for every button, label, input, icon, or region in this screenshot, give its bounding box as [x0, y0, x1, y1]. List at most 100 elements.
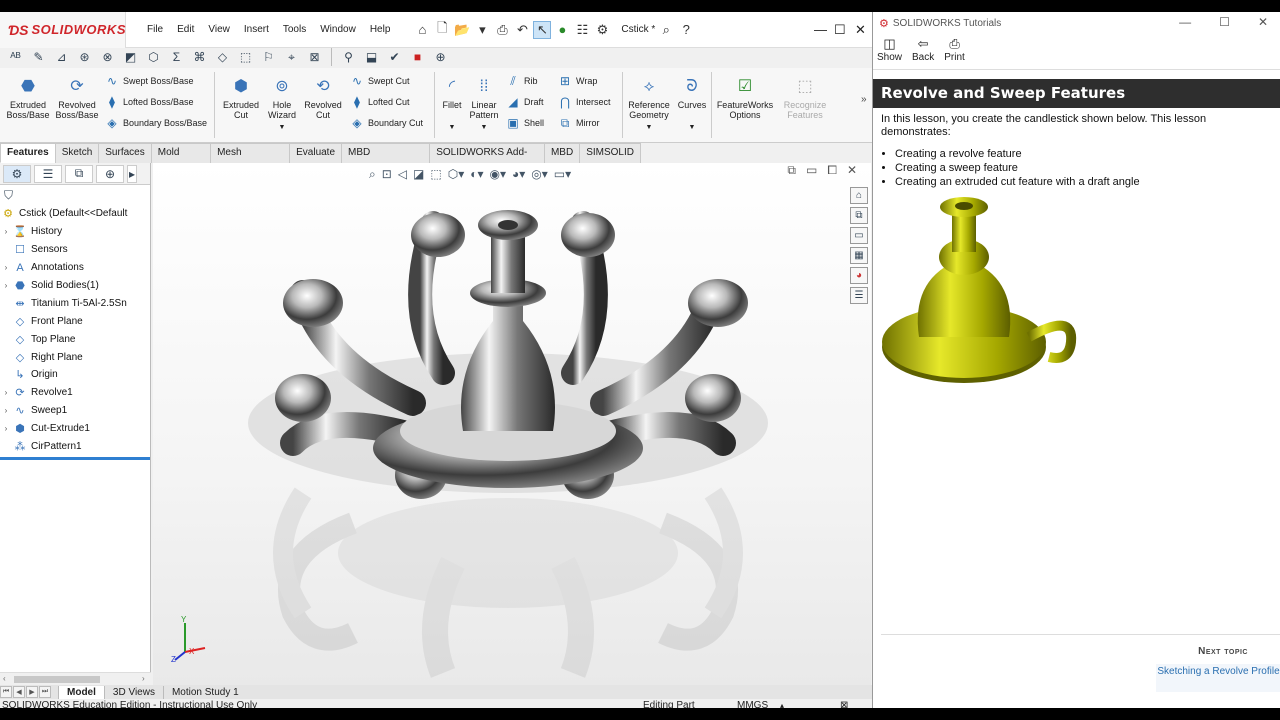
revolved-boss-button[interactable]: ⟳ Revolved Boss/Base	[54, 76, 100, 121]
rib-button[interactable]: ⫽ Rib	[505, 73, 537, 89]
graphics-viewport[interactable]: ⌕ ⊡ ◁ ◪ ⬚ ⬡▾ ◐▾ ◉▾ ◕▾ ◎▾ ▭▾ ⧉ ▭ ⧠ ✕ X Y …	[153, 163, 871, 685]
tutorial-maximize-icon[interactable]: ☐	[1219, 15, 1230, 29]
tree-node[interactable]: ↳ Origin	[0, 366, 150, 384]
stop-icon[interactable]: ■	[408, 48, 427, 67]
tree-horizontal-scrollbar[interactable]: ‹ ›	[0, 672, 151, 685]
new-document-icon[interactable]: 🗋	[433, 20, 451, 39]
tree-node[interactable]: ◇ Front Plane	[0, 312, 150, 330]
save-icon[interactable]: ▾	[473, 21, 491, 39]
view-palette-icon[interactable]: ▦	[850, 247, 868, 264]
confirm-icon[interactable]: ✔	[385, 48, 404, 67]
shell-button[interactable]: ▣ Shell	[505, 115, 544, 131]
hole-wizard-button[interactable]: ⊚ Hole Wizard ▼	[264, 76, 300, 133]
markup-icon[interactable]: ⬚	[236, 48, 255, 67]
linear-pattern-button[interactable]: ⁞⁞ Linear Pattern ▼	[467, 76, 501, 133]
curves-dropdown-icon[interactable]: ▼	[689, 123, 696, 133]
menu-window[interactable]: Window	[313, 24, 363, 35]
tab-3d-views[interactable]: 3D Views	[103, 685, 163, 699]
appearance-icon[interactable]: ⊕	[431, 48, 450, 67]
tree-node[interactable]: › ⬣ Solid Bodies(1)	[0, 277, 150, 295]
tutorial-close-icon[interactable]: ✕	[1258, 15, 1268, 29]
swept-boss-button[interactable]: ∿ Swept Boss/Base	[104, 73, 194, 89]
mirror-button[interactable]: ⧉ Mirror	[557, 115, 600, 131]
tab-simsolid[interactable]: SIMSOLID	[579, 143, 641, 163]
last-tab-icon[interactable]: ⏭	[39, 686, 51, 698]
undo-icon[interactable]: ↶	[513, 21, 531, 39]
tab-features[interactable]: Features	[0, 143, 56, 163]
first-tab-icon[interactable]: ⏮	[0, 686, 12, 698]
tab-addins[interactable]: SOLIDWORKS Add-Ins	[429, 143, 545, 176]
status-units[interactable]: MMGS	[737, 699, 768, 708]
options-gear-icon[interactable]: ⚙	[593, 21, 611, 39]
minimize-icon[interactable]: —	[814, 22, 827, 37]
extruded-boss-button[interactable]: ⬣ Extruded Boss/Base	[6, 76, 50, 121]
feature-manager-tab-icon[interactable]: ⚙	[3, 164, 31, 183]
design-library-icon[interactable]: ⧉	[850, 207, 868, 224]
solidworks-logo[interactable]: ƊS SOLIDWORKS	[0, 12, 126, 48]
tutorial-minimize-icon[interactable]: —	[1179, 15, 1191, 29]
scrollbar-thumb[interactable]	[14, 676, 100, 683]
file-properties-icon[interactable]: ☷	[573, 21, 591, 39]
more-commands-icon[interactable]: »	[861, 94, 867, 105]
open-icon[interactable]: 📂	[453, 21, 471, 39]
extruded-cut-button[interactable]: ⬢ Extruded Cut	[219, 76, 263, 121]
tree-node[interactable]: ☐ Sensors	[0, 241, 150, 259]
smart-dimension-icon[interactable]: ⊿	[52, 48, 71, 67]
configuration-manager-tab-icon[interactable]: ⧉	[65, 164, 93, 183]
print-button[interactable]: ⎙ Print	[944, 36, 965, 69]
analysis-icon[interactable]: ⚐	[259, 48, 278, 67]
tab-sketch[interactable]: Sketch	[54, 143, 100, 163]
print-icon[interactable]: ⎙	[493, 21, 511, 39]
boundary-cut-button[interactable]: ◈ Boundary Cut	[349, 115, 423, 131]
rebuild-icon[interactable]: ⬓	[362, 48, 381, 67]
lofted-cut-button[interactable]: ⧫ Lofted Cut	[349, 94, 410, 110]
tab-motion-study[interactable]: Motion Study 1	[162, 685, 247, 699]
reference-geometry-button[interactable]: ⟡ Reference Geometry ▼	[626, 76, 672, 133]
tree-node[interactable]: › ⬢ Cut-Extrude1	[0, 420, 150, 438]
zebra-icon[interactable]: ⌘	[190, 48, 209, 67]
fillet-dropdown-icon[interactable]: ▼	[449, 123, 456, 133]
next-topic-link[interactable]: Sketching a Revolve Profile	[1156, 664, 1280, 692]
spell-check-icon[interactable]: ᴬᴮ	[6, 48, 25, 67]
tab-mbd-dimensions[interactable]: MBD Dimensions	[341, 143, 431, 176]
section-icon[interactable]: ◩	[121, 48, 140, 67]
file-explorer-icon[interactable]: ▭	[850, 227, 868, 244]
tab-surfaces[interactable]: Surfaces	[98, 143, 152, 163]
plane-icon[interactable]: ◇	[213, 48, 232, 67]
scroll-right-icon[interactable]: ›	[142, 674, 145, 683]
menu-edit[interactable]: Edit	[170, 24, 201, 35]
tree-node[interactable]: ◇ Right Plane	[0, 348, 150, 366]
deviation-icon[interactable]: ⌖	[282, 48, 301, 67]
measure-icon[interactable]: ⊛	[75, 48, 94, 67]
intersect-button[interactable]: ⋂ Intersect	[557, 94, 610, 110]
reference-geometry-dropdown-icon[interactable]: ▼	[646, 123, 653, 133]
search-icon[interactable]: ⌕	[657, 21, 675, 39]
tree-node[interactable]: › ⟳ Revolve1	[0, 384, 150, 402]
expand-arrow-icon[interactable]: ›	[0, 424, 12, 433]
revolved-cut-button[interactable]: ⟲ Revolved Cut	[302, 76, 344, 121]
tabs-scroll-arrow-icon[interactable]: ▸	[127, 164, 137, 183]
featureworks-options-button[interactable]: ☑ FeatureWorks Options	[714, 76, 776, 121]
menu-help[interactable]: Help	[363, 24, 398, 35]
tree-node[interactable]: ⇹ Titanium Ti-5Al-2.5Sn	[0, 294, 150, 312]
geometry-check-icon[interactable]: ⊠	[305, 48, 324, 67]
custom-properties-icon[interactable]: ☰	[850, 287, 868, 304]
expand-arrow-icon[interactable]: ›	[0, 406, 12, 415]
dimxpert-tab-icon[interactable]: ⊕	[96, 164, 124, 183]
tree-root-part[interactable]: ⚙ Cstick (Default<<Default	[0, 205, 150, 223]
tree-node[interactable]: › ⌛ History	[0, 223, 150, 241]
expand-arrow-icon[interactable]: ›	[0, 281, 12, 290]
menu-insert[interactable]: Insert	[237, 24, 276, 35]
scroll-left-icon[interactable]: ‹	[3, 674, 6, 683]
menu-view[interactable]: View	[201, 24, 237, 35]
show-button[interactable]: ◫ Show	[877, 36, 902, 69]
instant3d-icon[interactable]: ⚲	[339, 48, 358, 67]
close-icon[interactable]: ✕	[855, 22, 866, 38]
linear-pattern-dropdown-icon[interactable]: ▼	[481, 123, 488, 133]
rollback-bar[interactable]	[0, 457, 150, 461]
property-manager-tab-icon[interactable]: ☰	[34, 164, 62, 183]
tab-mesh-modeling[interactable]: Mesh Modeling	[210, 143, 291, 176]
menu-file[interactable]: File	[140, 24, 170, 35]
expand-arrow-icon[interactable]: ›	[0, 388, 12, 397]
evaluate-icon[interactable]: ⬡	[144, 48, 163, 67]
